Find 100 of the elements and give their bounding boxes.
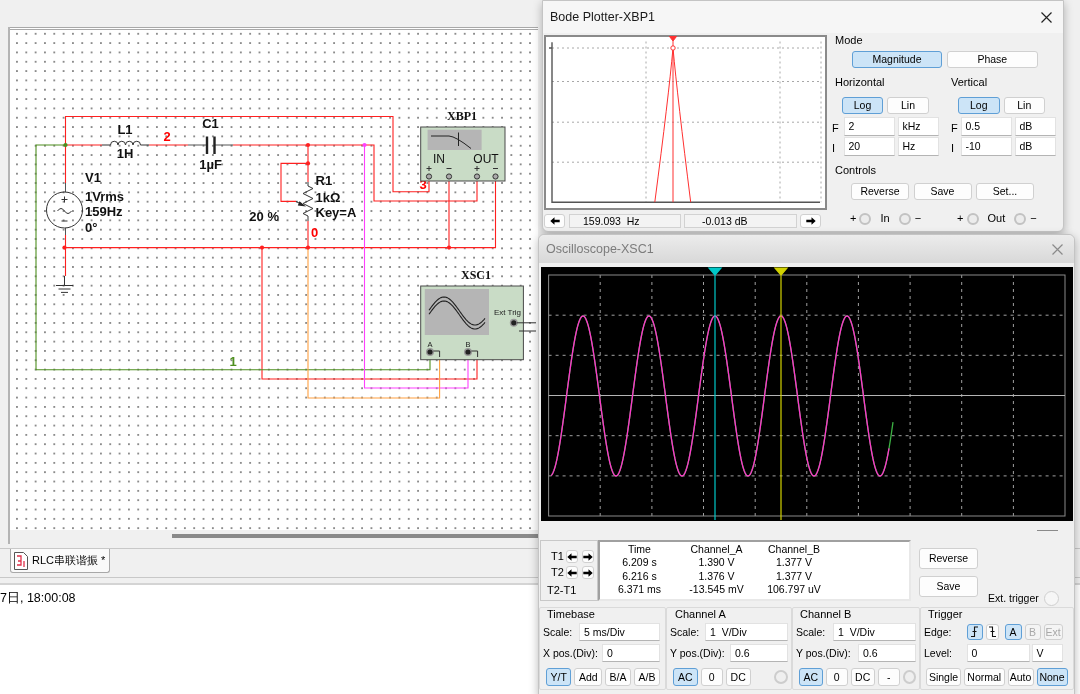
level-field[interactable]: 0 (966, 644, 1030, 663)
display-mode-button[interactable]: Y/T (546, 668, 572, 686)
value-field[interactable]: 2 (843, 117, 895, 136)
terminal-icon (774, 670, 788, 685)
mode-button[interactable]: Phase (946, 51, 1038, 68)
arrow-right-icon (805, 217, 816, 225)
coupling-button[interactable]: AC (799, 668, 823, 686)
unit-field[interactable]: dB (1014, 137, 1056, 156)
value-field[interactable]: 0.5 (960, 117, 1012, 136)
group-title: Horizontal (834, 75, 886, 89)
left-arrow-button[interactable] (566, 566, 578, 579)
component-value: 159Hz (85, 204, 123, 219)
left-arrow-button[interactable] (544, 214, 565, 228)
polarity-label: − (1030, 212, 1037, 226)
right-arrow-button[interactable] (800, 214, 821, 228)
group-title: Vertical (950, 75, 989, 89)
scale-button[interactable]: Lin (1003, 96, 1045, 114)
scale-button[interactable]: Lin (887, 96, 929, 114)
unit-field[interactable]: Hz (897, 137, 939, 156)
scale-field[interactable]: 1 V/Div (833, 623, 916, 641)
potentiometer-icon (295, 181, 314, 222)
coupling-button[interactable]: AC (673, 668, 698, 686)
value-field[interactable]: -10 (960, 137, 1012, 156)
coupling-button[interactable]: 0 (825, 668, 848, 686)
scale-button[interactable]: Log (841, 96, 884, 114)
component-label: R1 (315, 172, 333, 188)
junction-dot-icon (305, 161, 311, 166)
readout-value: 106.797 uV (766, 583, 822, 597)
component-value: 1Vrms (85, 188, 125, 204)
readout-value: 1.377 V (774, 569, 814, 584)
scale-button[interactable]: Log (958, 96, 1000, 114)
display-mode-button[interactable]: Add (574, 668, 603, 686)
cursor-line[interactable] (708, 267, 723, 521)
mode-button[interactable]: Magnitude (851, 51, 943, 68)
terminal-icon (425, 165, 433, 180)
junction-dot-icon (305, 245, 311, 250)
coupling-button[interactable]: DC (725, 668, 751, 686)
terminal-icon (464, 348, 479, 358)
trigger-mode-button[interactable]: Normal (964, 668, 1005, 686)
document-tab[interactable]: RLC串联谐振 * (10, 549, 111, 573)
schematic-canvas[interactable] (10, 27, 538, 530)
left-arrow-button[interactable] (566, 550, 578, 563)
field-label: I (950, 141, 956, 156)
net-label: 0 (310, 224, 319, 240)
right-arrow-button[interactable] (582, 566, 594, 579)
field-label: Edge: (924, 625, 952, 639)
cursor-label: T2-T1 (546, 584, 578, 598)
polarity-label: + (850, 212, 857, 226)
capacitor-icon (187, 135, 234, 156)
trigger-mode-button[interactable]: None (1036, 668, 1068, 686)
cursor-label: T1 (550, 549, 565, 564)
unit-field[interactable]: V (1031, 644, 1063, 663)
unit-field[interactable]: dB (1014, 117, 1056, 136)
edge-button[interactable] (985, 624, 999, 640)
right-arrow-button[interactable] (582, 550, 594, 563)
position-field[interactable]: 0.6 (730, 644, 788, 663)
junction-dot-icon (305, 142, 311, 148)
terminal-icon (473, 165, 481, 180)
action-button[interactable]: Save (919, 576, 978, 597)
action-button[interactable]: Set... (976, 183, 1034, 200)
cursor-line[interactable] (669, 35, 677, 203)
action-button[interactable]: Reverse (919, 548, 978, 569)
terminal-icon (426, 348, 441, 358)
position-field[interactable]: 0.6 (858, 644, 916, 663)
port-label: Out (987, 212, 1006, 226)
channel-button[interactable]: - (877, 668, 900, 686)
trigger-mode-button[interactable]: Single (926, 668, 961, 686)
coupling-button[interactable]: DC (850, 668, 875, 686)
trigger-source-button[interactable]: A (1004, 624, 1022, 640)
scale-field[interactable]: 1 V/Div (705, 623, 788, 641)
status-text: 7日, 18:00:08 (0, 591, 76, 605)
display-mode-button[interactable]: B/A (605, 668, 632, 686)
position-field[interactable]: 0 (602, 644, 660, 663)
terminal-icon (902, 670, 916, 685)
column-header: Time (627, 543, 652, 557)
trigger-mode-button[interactable]: Auto (1007, 668, 1034, 686)
document-icon (13, 551, 29, 570)
readout-value: 6.371 ms (616, 583, 663, 597)
edge-button[interactable] (967, 624, 983, 640)
cursor-line[interactable] (774, 267, 789, 521)
action-button[interactable]: Reverse (851, 183, 909, 200)
close-icon (1040, 11, 1052, 23)
component-value: 0° (85, 219, 98, 235)
close-icon (1051, 243, 1063, 255)
display-mode-button[interactable]: A/B (634, 668, 660, 686)
frequency-readout: 159.093 Hz (569, 214, 681, 228)
terminal-icon (492, 168, 499, 180)
scrollbar-thumb[interactable] (172, 534, 538, 538)
action-button[interactable]: Save (913, 183, 972, 200)
field-label: Level: (924, 647, 953, 660)
port-label: In (880, 212, 890, 226)
option-label: Ext. trigger (988, 592, 1039, 605)
value-field[interactable]: 20 (843, 137, 895, 156)
terminal-icon (1043, 591, 1059, 606)
field-label: X pos.(Div): (543, 647, 598, 660)
setting-label: 20 % (249, 208, 279, 224)
scale-field[interactable]: 5 ms/Div (579, 623, 660, 641)
net-label: 1 (229, 354, 237, 369)
unit-field[interactable]: kHz (897, 117, 939, 136)
coupling-button[interactable]: 0 (700, 668, 723, 686)
